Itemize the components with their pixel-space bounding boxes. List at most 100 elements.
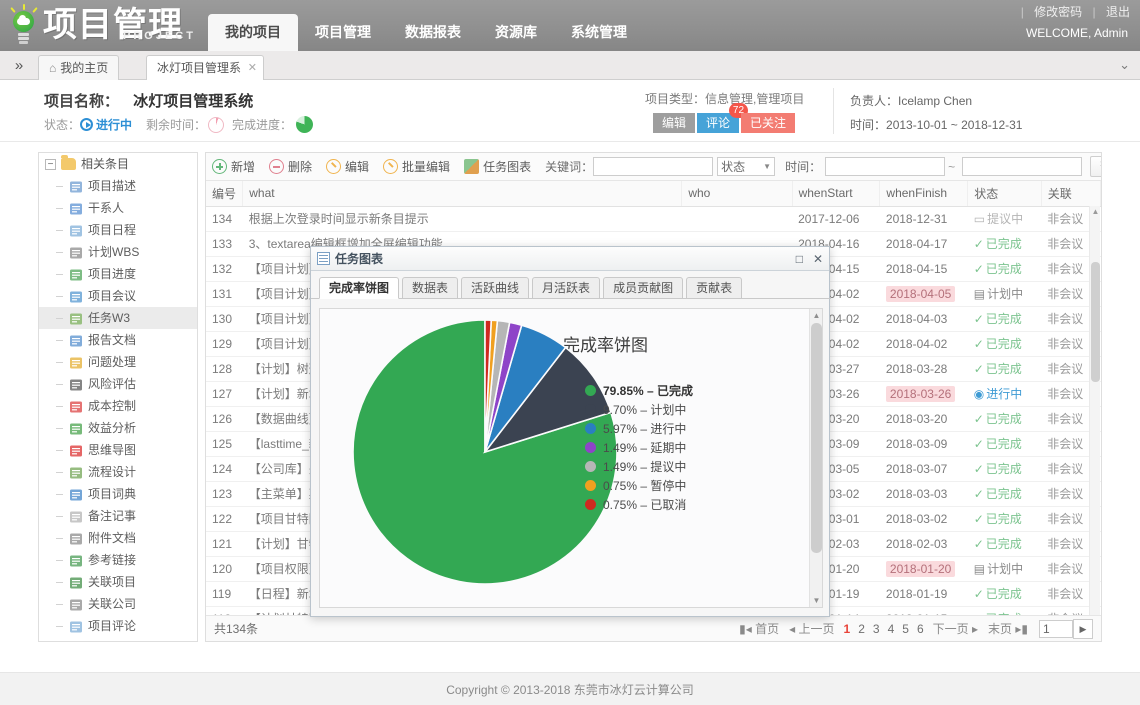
tree-item-7[interactable]: 任务W3 bbox=[39, 307, 197, 329]
tab-completion-pie[interactable]: 完成率饼图 bbox=[319, 277, 400, 299]
tree-item-5[interactable]: 项目进度 bbox=[39, 263, 197, 285]
tree-item-3[interactable]: 项目日程 bbox=[39, 219, 197, 241]
tree-item-6[interactable]: 项目会议 bbox=[39, 285, 197, 307]
dialog-title-bar[interactable]: 任务图表 □ ✕ bbox=[311, 247, 829, 271]
scroll-thumb[interactable] bbox=[1091, 262, 1100, 382]
page-go-button[interactable]: ▶ bbox=[1073, 618, 1093, 639]
cell-status: ✓已完成 bbox=[967, 306, 1042, 332]
change-password-link[interactable]: 修改密码 bbox=[1034, 5, 1082, 19]
chart-scrollbar[interactable]: ▲ ▼ bbox=[809, 309, 822, 607]
date-to-input[interactable] bbox=[962, 157, 1083, 176]
cell-status: ▭ 提议中 bbox=[967, 206, 1042, 232]
first-page-button[interactable]: ▮◂ 首页 bbox=[739, 620, 779, 637]
tree-item-15[interactable]: 项目词典 bbox=[39, 483, 197, 505]
page-jump-input[interactable] bbox=[1039, 619, 1073, 638]
tab-monthly-activity[interactable]: 月活跃表 bbox=[532, 277, 601, 299]
batch-edit-button-label: 批量编辑 bbox=[402, 160, 451, 174]
tree-item-11[interactable]: 成本控制 bbox=[39, 395, 197, 417]
tree-item-4[interactable]: 计划WBS bbox=[39, 241, 197, 263]
col-relation[interactable]: 关联 bbox=[1041, 181, 1101, 207]
nav-tab-system-management[interactable]: 系统管理 bbox=[554, 14, 644, 51]
pagination-controls: ▮◂ 首页 ◂ 上一页 123456 下一页 ▸ 末页 ▸▮ ▶ bbox=[734, 618, 1093, 639]
batch-edit-button[interactable]: 批量编辑 bbox=[383, 158, 450, 175]
col-whenfinish[interactable]: whenFinish bbox=[879, 181, 969, 207]
tree-item-label: 思维导图 bbox=[88, 443, 137, 457]
chart-scroll-thumb[interactable] bbox=[811, 323, 822, 553]
tree-item-21[interactable]: 项目评论 bbox=[39, 615, 197, 637]
tab-data-table[interactable]: 数据表 bbox=[402, 277, 459, 299]
scroll-up-icon[interactable]: ▲ bbox=[1090, 206, 1101, 218]
tree-item-19[interactable]: 关联项目 bbox=[39, 571, 197, 593]
comment-button[interactable]: 评论 72 bbox=[697, 103, 749, 133]
close-icon-dialog[interactable]: ✕ bbox=[813, 252, 823, 266]
tree-item-8[interactable]: 报告文档 bbox=[39, 329, 197, 351]
col-status[interactable]: 状态 bbox=[967, 181, 1042, 207]
logout-link[interactable]: 退出 bbox=[1106, 5, 1130, 19]
col-who[interactable]: who bbox=[681, 181, 793, 207]
task-chart-dialog[interactable]: 任务图表 □ ✕ 完成率饼图 数据表 活跃曲线 月活跃表 成员贡献图 贡献表 完… bbox=[310, 246, 831, 617]
next-page-button[interactable]: 下一页 ▸ bbox=[933, 620, 978, 637]
tree-item-22[interactable]: 项目报表 bbox=[39, 637, 197, 641]
collapse-toggle-icon[interactable]: − bbox=[45, 158, 56, 170]
tab-activity-curve[interactable]: 活跃曲线 bbox=[461, 277, 530, 299]
dialog-title: 任务图表 bbox=[335, 252, 384, 266]
tree-item-2[interactable]: 干系人 bbox=[39, 197, 197, 219]
pagination-bar: 共134条 ▮◂ 首页 ◂ 上一页 123456 下一页 ▸ 末页 ▸▮ ▶ bbox=[206, 615, 1101, 641]
page-number-1[interactable]: 1 bbox=[844, 622, 851, 636]
cell-who bbox=[681, 206, 793, 232]
tree-item-10[interactable]: 风险评估 bbox=[39, 373, 197, 395]
last-page-button[interactable]: 末页 ▸▮ bbox=[988, 620, 1028, 637]
tab-contribution-table[interactable]: 贡献表 bbox=[686, 277, 743, 299]
page-number-6[interactable]: 6 bbox=[917, 622, 924, 636]
table-row[interactable]: 134 根据上次登录时间显示新条目提示 2017-12-06 2018-12-31 ▭ 提… bbox=[206, 206, 1101, 232]
nav-tab-my-projects[interactable]: 我的项目 bbox=[208, 14, 298, 51]
nav-tab-data-reports[interactable]: 数据报表 bbox=[388, 14, 478, 51]
col-id[interactable]: 编号 bbox=[206, 181, 244, 207]
tree-item-1[interactable]: 项目描述 bbox=[39, 175, 197, 197]
col-what[interactable]: what bbox=[242, 181, 683, 207]
page-tab-project[interactable]: 冰灯项目管理系 ✕ bbox=[146, 55, 265, 80]
follow-button[interactable]: 已关注 bbox=[741, 113, 796, 133]
query-button[interactable]: 查询 bbox=[1090, 156, 1101, 177]
task-chart-button[interactable]: 任务图表 bbox=[464, 158, 531, 175]
chevron-down-icon[interactable]: ⌄ bbox=[1119, 57, 1130, 73]
date-from-input[interactable] bbox=[825, 157, 946, 176]
page-tab-home[interactable]: ⌂ 我的主页 bbox=[38, 55, 120, 80]
edit-button[interactable]: 编辑 bbox=[326, 158, 369, 175]
tree-root-related-items[interactable]: − 相关条目 bbox=[39, 153, 197, 175]
page-number-4[interactable]: 4 bbox=[888, 622, 895, 636]
tree-item-20[interactable]: 关联公司 bbox=[39, 593, 197, 615]
chevron-down-icon-2: ▼ bbox=[763, 162, 772, 171]
legend-item-6: 0.75% – 暂停中 bbox=[585, 476, 693, 495]
tree-item-14[interactable]: 流程设计 bbox=[39, 461, 197, 483]
col-whenstart[interactable]: whenStart bbox=[792, 181, 881, 207]
list-scrollbar[interactable]: ▲ ▼ bbox=[1089, 206, 1100, 640]
tree-item-13[interactable]: 思维导图 bbox=[39, 439, 197, 461]
prev-page-button[interactable]: ◂ 上一页 bbox=[789, 620, 834, 637]
chevrons-right-icon[interactable]: » bbox=[8, 56, 30, 76]
tree-item-12[interactable]: 效益分析 bbox=[39, 417, 197, 439]
nav-tab-resource-library[interactable]: 资源库 bbox=[478, 14, 554, 51]
page-number-3[interactable]: 3 bbox=[873, 622, 880, 636]
tree-item-16[interactable]: 备注记事 bbox=[39, 505, 197, 527]
page-number-5[interactable]: 5 bbox=[902, 622, 909, 636]
tree-item-17[interactable]: 附件文档 bbox=[39, 527, 197, 549]
status-select[interactable]: 状态 ▼ bbox=[717, 157, 776, 176]
add-button[interactable]: 新增 bbox=[212, 158, 255, 175]
tree-item-18[interactable]: 参考链接 bbox=[39, 549, 197, 571]
tree-item-9[interactable]: 问题处理 bbox=[39, 351, 197, 373]
chart-scroll-up-icon[interactable]: ▲ bbox=[810, 309, 822, 322]
chart-scroll-down-icon[interactable]: ▼ bbox=[810, 594, 822, 607]
delete-button[interactable]: 删除 bbox=[269, 158, 312, 175]
nav-tab-project-management[interactable]: 项目管理 bbox=[298, 14, 388, 51]
tab-member-contribution-chart[interactable]: 成员贡献图 bbox=[603, 277, 684, 299]
search-input[interactable] bbox=[593, 157, 714, 176]
welcome-text: WELCOME, Admin bbox=[1025, 26, 1128, 40]
page-number-2[interactable]: 2 bbox=[858, 622, 865, 636]
close-icon[interactable]: ✕ bbox=[248, 56, 257, 80]
maximize-icon[interactable]: □ bbox=[796, 252, 803, 266]
project-tree[interactable]: − 相关条目 项目描述 干系人 项目日程 计划WBS 项目进度 项目会议 任务W3 报告文档问… bbox=[38, 152, 198, 642]
tree-connector bbox=[56, 472, 63, 473]
edit-button[interactable]: 编辑 bbox=[653, 113, 696, 133]
tree-root-label: 相关条目 bbox=[81, 157, 130, 171]
